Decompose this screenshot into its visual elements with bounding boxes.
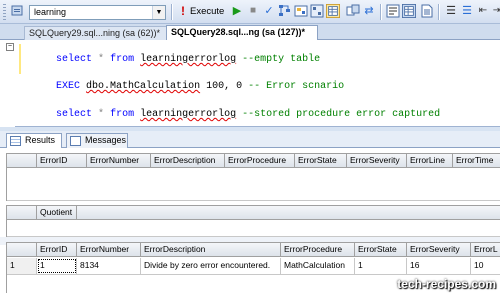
operator: *: [98, 109, 105, 120]
toolbar-grip[interactable]: [3, 4, 6, 20]
column-header[interactable]: ErrorDescription: [141, 243, 281, 257]
watermark: tech-recipes.com: [397, 277, 496, 291]
query-editor[interactable]: − select * from learningerrorlog --empty…: [0, 40, 500, 127]
cell-error-description[interactable]: Divide by zero error encountered.: [141, 258, 281, 274]
procedure-name: dbo.MathCalculation: [86, 81, 201, 92]
operator: *: [98, 54, 105, 65]
grid-empty-area: [7, 221, 500, 237]
row-number-header: [7, 243, 37, 257]
tab-label: Messages: [85, 135, 127, 145]
keyword: select: [56, 54, 93, 65]
row-number-header: [7, 154, 37, 168]
toolbar-separator: [380, 4, 381, 20]
cell-error-state[interactable]: 1: [355, 258, 407, 274]
table-row[interactable]: 1 1 8134 Divide by zero error encountere…: [7, 258, 500, 275]
sql-editor-toolbar: learning ▼ ! Execute ▶ ■ ✓ ⇄ ☰ ☰ ⇤ ⇥: [0, 0, 500, 24]
table-name: learningerrorlog: [140, 54, 237, 65]
column-header[interactable]: ErrorNumber: [87, 154, 151, 168]
grid-icon: [10, 136, 21, 146]
execute-button[interactable]: Execute: [190, 6, 224, 17]
database-select[interactable]: learning ▼: [29, 5, 166, 20]
code-line-3: select * from learningerrorlog --stored …: [32, 98, 440, 131]
options-icon[interactable]: [310, 4, 324, 18]
column-header[interactable]: ErrorProcedure: [281, 243, 355, 257]
table-name: learningerrorlog: [140, 109, 237, 120]
grid-header: ErrorID ErrorNumber ErrorDescription Err…: [7, 242, 500, 257]
comment: -- Error scnario: [248, 81, 345, 92]
uncomment-icon[interactable]: ☰: [460, 4, 474, 18]
display-plan-icon[interactable]: [278, 4, 292, 18]
results-panel: ErrorID ErrorNumber ErrorDescription Err…: [0, 148, 500, 293]
cell-error-number[interactable]: 8134: [77, 258, 141, 274]
results-to-file-icon[interactable]: [420, 4, 434, 18]
editor-gutter: [0, 40, 15, 127]
comment-out-icon[interactable]: ☰: [444, 4, 458, 18]
debug-play-icon[interactable]: ▶: [230, 4, 244, 18]
results-tab-bar: Results Messages: [0, 131, 500, 149]
toolbar-separator: [438, 4, 439, 20]
column-header[interactable]: ErrorSeverity: [347, 154, 407, 168]
tab-messages[interactable]: Messages: [66, 133, 128, 148]
plan-arrows-icon[interactable]: ⇄: [362, 4, 376, 18]
column-header[interactable]: ErrorL: [471, 243, 500, 257]
decrease-indent-icon[interactable]: ⇤: [476, 4, 490, 18]
results-to-text-icon[interactable]: [386, 4, 400, 18]
tab-results[interactable]: Results: [6, 133, 62, 149]
execute-icon[interactable]: !: [176, 4, 190, 18]
tab-sqlquery29[interactable]: SQLQuery29.sql...ning (sa (62))*: [24, 26, 174, 40]
column-header[interactable]: ErrorSeverity: [407, 243, 471, 257]
stop-icon[interactable]: ■: [246, 4, 260, 18]
column-header[interactable]: ErrorLine: [407, 154, 453, 168]
toolbar-separator: [171, 4, 172, 20]
results-to-grid-highlight-icon[interactable]: [326, 4, 340, 18]
keyword: select: [56, 109, 93, 120]
keyword: from: [110, 54, 135, 65]
column-header[interactable]: ErrorID: [37, 154, 87, 168]
column-header[interactable]: ErrorID: [37, 243, 77, 257]
grid-header: ErrorID ErrorNumber ErrorDescription Err…: [7, 153, 500, 168]
increase-indent-icon[interactable]: ⇥: [490, 4, 500, 18]
results-to-grid-icon[interactable]: [402, 4, 416, 18]
cell-error-severity[interactable]: 16: [407, 258, 471, 274]
include-client-stats-icon[interactable]: [346, 4, 360, 18]
comment: --empty table: [242, 54, 321, 65]
collapse-toggle-icon[interactable]: −: [6, 43, 14, 51]
result-grid-1[interactable]: ErrorID ErrorNumber ErrorDescription Err…: [6, 153, 500, 201]
change-marker: [19, 44, 21, 74]
grid-header: Quotient: [7, 205, 500, 220]
document-tab-bar: SQLQuery29.sql...ning (sa (62))* SQLQuer…: [0, 24, 500, 41]
cell-error-id[interactable]: 1: [37, 258, 77, 274]
cell-error-procedure[interactable]: MathCalculation: [281, 258, 355, 274]
column-header[interactable]: ErrorDescription: [151, 154, 225, 168]
result-grid-2[interactable]: Quotient: [6, 205, 500, 237]
change-connection-icon[interactable]: [10, 4, 24, 18]
column-header[interactable]: ErrorTime: [453, 154, 500, 168]
row-number-header: [7, 206, 37, 220]
query-designer-icon[interactable]: [294, 4, 308, 18]
keyword: EXEC: [56, 81, 81, 92]
tab-label: SQLQuery28.sql...ng (sa (127))*: [171, 27, 306, 37]
grid-empty-area: [7, 169, 500, 201]
column-header[interactable]: ErrorState: [355, 243, 407, 257]
database-select-value: learning: [34, 7, 67, 17]
comment: --stored procedure error captured: [242, 109, 441, 120]
tab-sqlquery28[interactable]: SQLQuery28.sql...ng (sa (127))*: [166, 25, 318, 41]
chevron-down-icon[interactable]: ▼: [152, 6, 165, 19]
column-header[interactable]: ErrorProcedure: [225, 154, 295, 168]
tab-label: Results: [25, 135, 56, 145]
messages-icon: [70, 136, 81, 146]
column-header[interactable]: ErrorNumber: [77, 243, 141, 257]
row-number[interactable]: 1: [7, 258, 37, 274]
arguments: 100, 0: [206, 81, 243, 92]
column-header[interactable]: Quotient: [37, 206, 77, 220]
parse-checkmark-icon[interactable]: ✓: [262, 4, 276, 18]
cell-error-line[interactable]: 10: [471, 258, 500, 274]
tab-label: SQLQuery29.sql...ning (sa (62))*: [29, 28, 161, 38]
keyword: from: [110, 109, 135, 120]
column-header[interactable]: ErrorState: [295, 154, 347, 168]
